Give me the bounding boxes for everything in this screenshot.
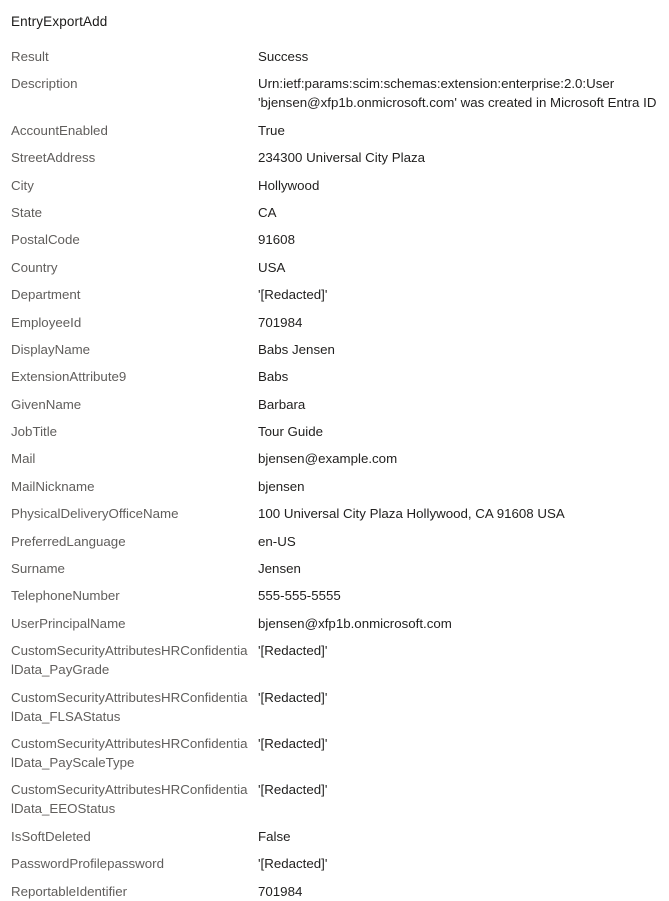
property-row: Department '[Redacted]' — [0, 285, 669, 304]
property-row: State CA — [0, 203, 669, 222]
property-label: MailNickname — [11, 478, 95, 494]
property-row: TelephoneNumber 555-555-5555 — [0, 586, 669, 605]
property-row: Description Urn:ietf:params:scim:schemas:… — [0, 74, 669, 112]
property-label: DisplayName — [11, 341, 91, 357]
property-value: False — [258, 828, 291, 844]
property-label: TelephoneNumber — [11, 588, 120, 604]
property-value: Babs Jensen — [258, 341, 335, 357]
property-label: ExtensionAttribute9 — [11, 369, 127, 385]
property-row: ExtensionAttribute9 Babs — [0, 367, 669, 386]
property-row: AccountEnabled True — [0, 121, 669, 140]
property-label: StreetAddress — [11, 150, 96, 166]
property-value: bjensen@example.com — [258, 451, 398, 467]
property-row: PasswordProfilepassword '[Redacted]' — [0, 854, 669, 873]
property-value: '[Redacted]' — [258, 735, 328, 751]
property-value: Urn:ietf:params:scim:schemas:extension:e… — [258, 76, 657, 111]
property-label: Country — [11, 259, 58, 275]
panel-title: EntryExportAdd — [11, 14, 108, 29]
property-row: CustomSecurityAttributesHRConfidentialDa… — [0, 734, 669, 772]
property-value: '[Redacted]' — [258, 643, 328, 659]
property-label: Description — [11, 76, 78, 92]
property-value: Barbara — [258, 396, 306, 412]
property-value: Tour Guide — [258, 424, 324, 440]
property-row: Result Success — [0, 47, 669, 66]
property-value: '[Redacted]' — [258, 287, 328, 303]
property-label: PostalCode — [11, 232, 80, 248]
property-label: UserPrincipalName — [11, 615, 126, 631]
property-label: CustomSecurityAttributesHRConfidentialDa… — [11, 735, 248, 770]
property-row: PostalCode 91608 — [0, 230, 669, 249]
property-value: 701984 — [258, 883, 303, 899]
property-value: Babs — [258, 369, 289, 385]
property-label: State — [11, 204, 43, 220]
property-row: Country USA — [0, 258, 669, 277]
property-row: MailNickname bjensen — [0, 477, 669, 496]
property-label: PhysicalDeliveryOfficeName — [11, 506, 179, 522]
property-label: PreferredLanguage — [11, 533, 126, 549]
property-row: CustomSecurityAttributesHRConfidentialDa… — [0, 688, 669, 726]
property-row: CustomSecurityAttributesHRConfidentialDa… — [0, 780, 669, 818]
property-label: IsSoftDeleted — [11, 828, 91, 844]
property-label: Department — [11, 287, 81, 303]
property-row: CustomSecurityAttributesHRConfidentialDa… — [0, 641, 669, 679]
property-value: 91608 — [258, 232, 295, 248]
property-label: ReportableIdentifier — [11, 883, 128, 899]
property-label: Mail — [11, 451, 36, 467]
property-label: CustomSecurityAttributesHRConfidentialDa… — [11, 643, 248, 678]
property-value: '[Redacted]' — [258, 856, 328, 872]
property-value: Success — [258, 49, 309, 64]
property-value: Hollywood — [258, 177, 320, 193]
property-value: '[Redacted]' — [258, 689, 328, 705]
property-label: AccountEnabled — [11, 122, 108, 138]
property-list: Result Success Description Urn:ietf:params:… — [0, 47, 669, 901]
property-row: IsSoftDeleted False — [0, 827, 669, 846]
property-label: City — [11, 177, 34, 193]
property-row: StreetAddress 234300 Universal City Plaza — [0, 148, 669, 167]
property-value: 234300 Universal City Plaza — [258, 150, 426, 166]
property-value: USA — [258, 259, 286, 275]
property-label: CustomSecurityAttributesHRConfidentialDa… — [11, 689, 248, 724]
property-value: bjensen@xfp1b.onmicrosoft.com — [258, 615, 452, 631]
property-value: CA — [258, 204, 277, 220]
property-value: 100 Universal City Plaza Hollywood, CA 9… — [258, 506, 565, 522]
property-row: PhysicalDeliveryOfficeName 100 Universal … — [0, 504, 669, 523]
property-row: UserPrincipalName bjensen@xfp1b.onmicroso… — [0, 614, 669, 633]
property-label: Surname — [11, 561, 65, 577]
property-row: GivenName Barbara — [0, 395, 669, 414]
property-value: 555-555-5555 — [258, 588, 341, 604]
property-value: 701984 — [258, 314, 303, 330]
entry-export-detail-panel: EntryExportAdd Result Success Description U… — [0, 0, 669, 901]
property-row: DisplayName Babs Jensen — [0, 340, 669, 359]
property-label: JobTitle — [11, 424, 58, 440]
property-value: True — [258, 122, 285, 138]
property-label: Result — [11, 49, 49, 64]
property-row: EmployeeId 701984 — [0, 313, 669, 332]
property-value: Jensen — [258, 561, 301, 577]
property-label: PasswordProfilepassword — [11, 856, 164, 872]
property-label: CustomSecurityAttributesHRConfidentialDa… — [11, 782, 248, 817]
property-label: GivenName — [11, 396, 82, 412]
property-row: Surname Jensen — [0, 559, 669, 578]
property-row: City Hollywood — [0, 176, 669, 195]
property-value: '[Redacted]' — [258, 782, 328, 798]
property-row: JobTitle Tour Guide — [0, 422, 669, 441]
property-row: Mail bjensen@example.com — [0, 449, 669, 468]
property-label: EmployeeId — [11, 314, 82, 330]
property-row: PreferredLanguage en-US — [0, 532, 669, 551]
property-row: ReportableIdentifier 701984 — [0, 882, 669, 901]
property-value: bjensen — [258, 478, 305, 494]
property-value: en-US — [258, 533, 296, 549]
